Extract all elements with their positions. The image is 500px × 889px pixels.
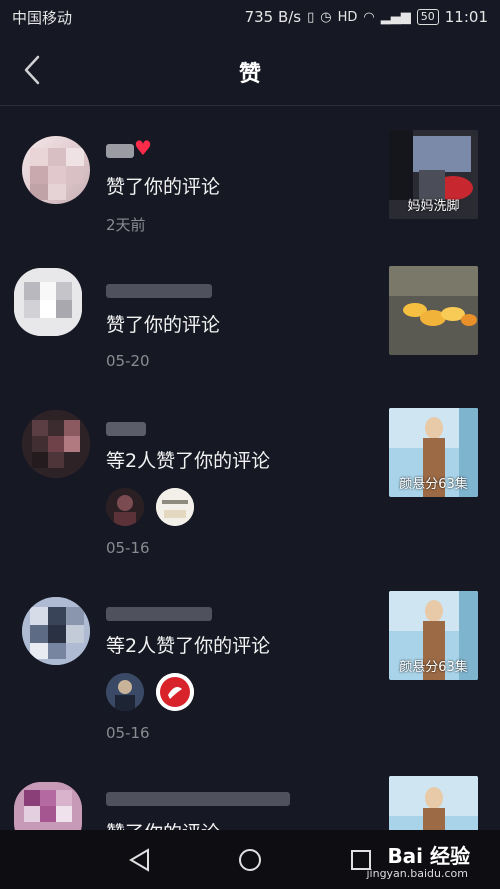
liker-avatar[interactable] <box>106 488 144 526</box>
username-redacted[interactable] <box>106 144 134 158</box>
thumbnail-image <box>389 266 478 355</box>
avatar-image <box>14 268 82 336</box>
circle-home-icon <box>239 849 261 871</box>
status-icons: 735 B/s ▯ ◷ HD ◠ ▂▄▆ 50 11:01 <box>245 8 488 26</box>
avatar-image <box>14 782 82 830</box>
avatar[interactable] <box>22 597 90 665</box>
notification-list[interactable]: ♥ 赞了你的评论 2天前 妈妈洗脚 赞了你的评论 05-20 等2人赞了你的评论… <box>0 106 500 830</box>
list-item[interactable]: 等2人赞了你的评论 05-16 颜悬分63集 <box>0 386 500 571</box>
liker-avatar-image <box>156 488 194 526</box>
network-speed: 735 B/s <box>244 8 302 26</box>
avatar[interactable] <box>14 268 82 336</box>
list-item[interactable]: ♥ 赞了你的评论 2天前 妈妈洗脚 <box>0 106 500 246</box>
top-nav-bar: 赞 <box>0 34 500 106</box>
video-thumbnail[interactable]: 颜悬分63集 <box>389 408 478 497</box>
heart-icon: ♥ <box>134 136 152 160</box>
list-item[interactable]: 赞了你的评论 <box>0 756 500 830</box>
notification-text: 赞了你的评论 <box>106 818 220 830</box>
username-redacted[interactable] <box>106 284 212 298</box>
wifi-icon: ◠ <box>363 9 375 25</box>
notification-date: 05-16 <box>106 724 150 742</box>
video-thumbnail[interactable]: 妈妈洗脚 <box>389 130 478 219</box>
liker-avatar-image <box>106 488 144 526</box>
video-thumbnail[interactable]: 颜悬分63集 <box>389 591 478 680</box>
notification-text: 赞了你的评论 <box>106 314 221 336</box>
notification-date: 05-16 <box>106 539 150 557</box>
back-nav-button[interactable] <box>122 842 158 878</box>
notification-text: 等2人赞了你的评论 <box>106 450 271 472</box>
avatar-image <box>22 597 90 665</box>
avatar[interactable] <box>14 782 82 830</box>
page-title: 赞 <box>238 62 261 87</box>
thumbnail-caption: 妈妈洗脚 <box>407 199 460 214</box>
username-redacted[interactable] <box>106 422 146 436</box>
avatar-image <box>22 410 90 478</box>
list-item[interactable]: 等2人赞了你的评论 05-16 颜悬分63集 <box>0 571 500 756</box>
alarm-icon: ◷ <box>320 9 332 25</box>
liker-avatar-image <box>106 673 144 711</box>
liker-avatar[interactable] <box>106 673 144 711</box>
triangle-back-icon <box>129 848 149 872</box>
avatar[interactable] <box>22 410 90 478</box>
vibrate-icon: ▯ <box>307 9 315 25</box>
username-redacted[interactable] <box>106 792 290 806</box>
battery-icon: 50 <box>416 9 439 25</box>
notification-text: 赞了你的评论 <box>106 176 221 198</box>
notification-text: 等2人赞了你的评论 <box>106 635 271 657</box>
liker-avatar[interactable] <box>156 673 194 711</box>
video-thumbnail[interactable] <box>389 776 478 830</box>
system-nav-bar: Bai 经验 jingyan.baidu.com <box>0 830 500 889</box>
list-item[interactable]: 赞了你的评论 05-20 <box>0 246 500 386</box>
home-nav-button[interactable] <box>232 842 268 878</box>
watermark-url: jingyan.baidu.com <box>366 867 468 880</box>
liker-avatar-image <box>156 673 194 711</box>
liker-avatar[interactable] <box>156 488 194 526</box>
notification-date: 2天前 <box>106 216 146 234</box>
thumbnail-image <box>389 776 478 830</box>
carrier-label: 中国移动 <box>12 8 73 27</box>
thumbnail-caption: 颜悬分63集 <box>399 477 468 492</box>
avatar[interactable] <box>22 136 90 204</box>
notification-date: 05-20 <box>106 352 150 370</box>
status-bar: 中国移动 735 B/s ▯ ◷ HD ◠ ▂▄▆ 50 11:01 <box>0 0 500 34</box>
clock: 11:01 <box>444 8 488 26</box>
watermark-brand: Bai 经验 <box>387 844 470 868</box>
signal-icon: ▂▄▆ <box>380 9 411 25</box>
avatar-image <box>30 148 84 200</box>
video-thumbnail[interactable] <box>389 266 478 355</box>
username-redacted[interactable] <box>106 607 212 621</box>
thumbnail-caption: 颜悬分63集 <box>399 660 468 675</box>
hd-icon: HD <box>337 9 358 25</box>
